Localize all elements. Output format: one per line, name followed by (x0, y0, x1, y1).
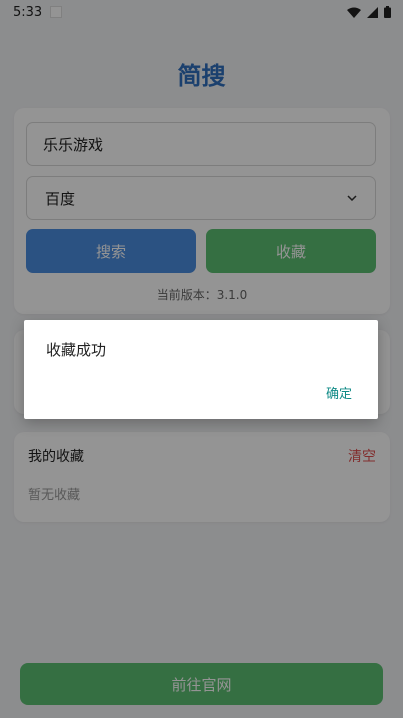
success-dialog: 收藏成功 确定 (24, 320, 378, 419)
dialog-message: 收藏成功 (46, 341, 107, 359)
dialog-confirm-button[interactable]: 确定 (326, 383, 352, 402)
